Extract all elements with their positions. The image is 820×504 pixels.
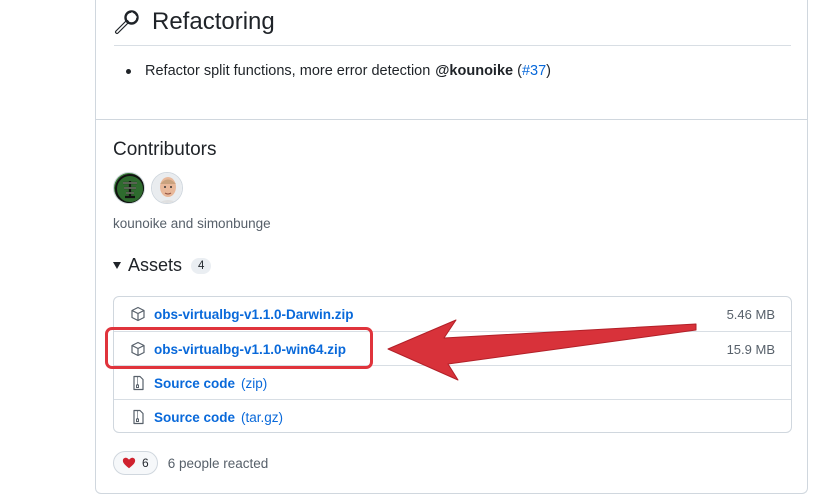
file-zip-icon [133,409,144,425]
bullet-text: Refactor split functions, more error det… [145,63,431,79]
file-zip-icon [133,375,144,391]
asset-link[interactable]: obs-virtualbg-v1.1.0-Darwin.zip [154,307,354,322]
bullet-icon [126,68,131,74]
asset-size: 15.9 MB [726,341,775,357]
arrow-annotation-icon [387,319,697,381]
reaction-summary: 6 people reacted [167,455,269,471]
asset-link[interactable]: Source code [154,410,235,425]
asset-format: (zip) [241,375,268,391]
issue-link[interactable]: #37 [522,63,546,79]
contributor-avatars [113,172,183,204]
contributors-title: Contributors [113,139,217,160]
reaction-count: 6 [142,456,149,470]
heart-reaction-button[interactable]: 6 [113,451,158,475]
paren-close: ) [546,63,551,79]
section-title: Refactoring [152,8,275,35]
assets-title: Assets [128,255,183,275]
assets-count-badge: 4 [191,257,212,274]
avatar-kounoike[interactable] [113,172,145,204]
list-item: Refactor split functions, more error det… [126,63,551,79]
assets-toggle[interactable]: Assets 4 [113,255,212,276]
divider [114,45,791,46]
asset-format: (tar.gz) [241,409,284,425]
asset-row[interactable]: Source code (tar.gz) [114,399,791,432]
release-card: Refactoring Refactor split functions, mo… [95,0,808,494]
user-mention[interactable]: @kounoike [435,63,513,79]
package-icon [131,306,145,322]
divider [96,119,807,120]
section-header: Refactoring [114,8,275,36]
asset-size: 5.46 MB [726,306,775,322]
contributor-names: kounoike and simonbunge [113,216,271,231]
avatar-simonbunge[interactable] [151,172,183,204]
wrench-icon [115,10,139,34]
asset-link[interactable]: Source code [154,376,235,391]
highlight-box [105,327,373,369]
heart-icon [122,457,136,469]
caret-down-icon [113,262,121,269]
reactions: 6 6 people reacted [113,451,268,475]
